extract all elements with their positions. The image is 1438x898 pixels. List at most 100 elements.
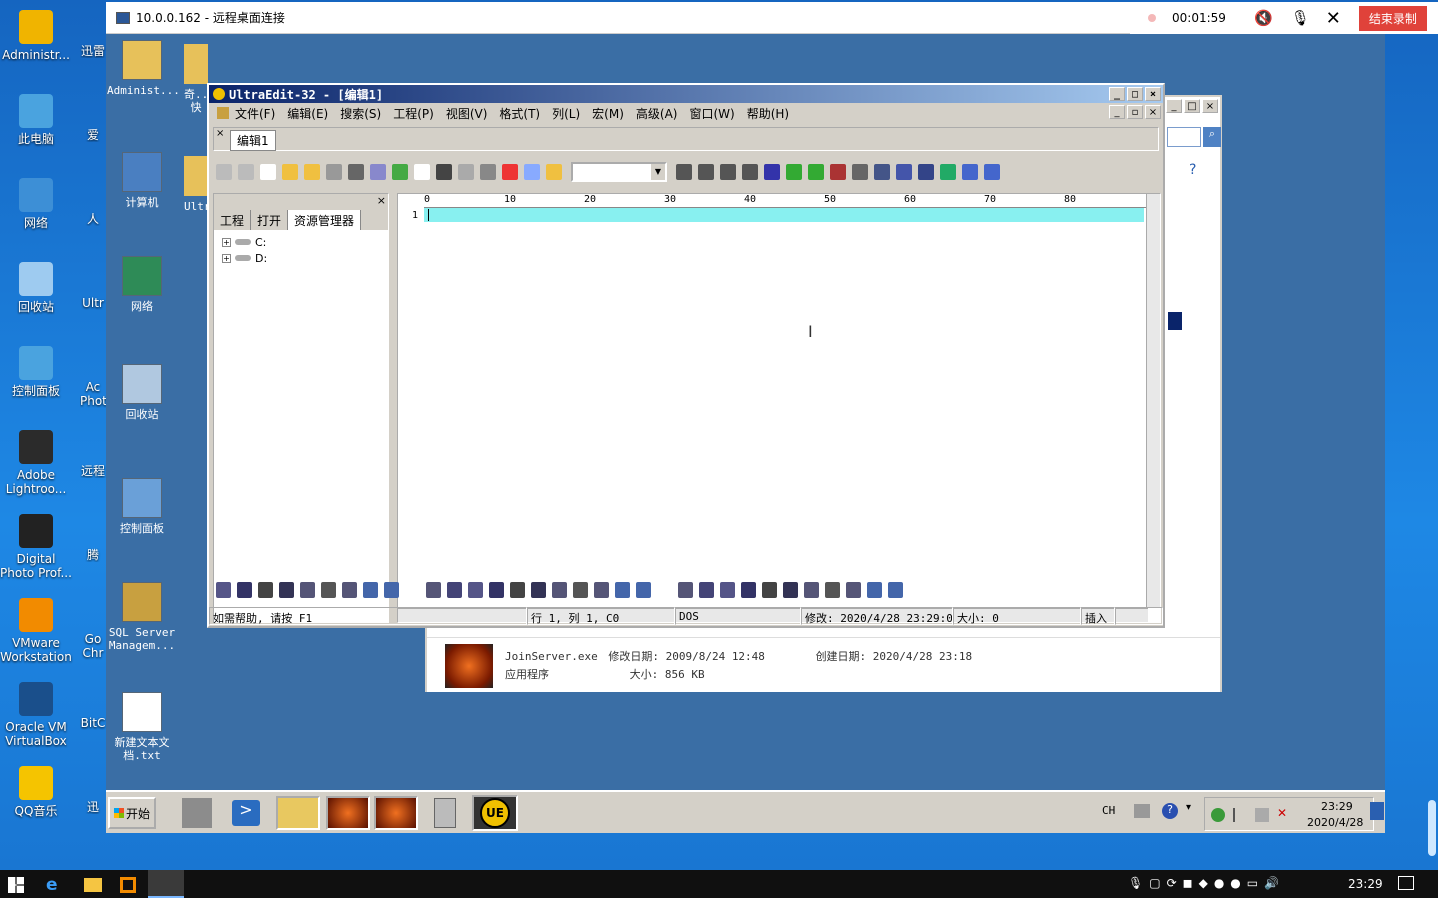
panel-tab[interactable]: 工程 [214,210,252,230]
microphone-icon[interactable]: 🎙 [1291,9,1310,27]
format-toolbar-icon[interactable] [699,581,714,598]
format-toolbar-icon[interactable] [468,581,483,598]
remote-desktop-icon-partial[interactable]: Ultr [184,156,208,213]
edge-icon[interactable]: e [46,875,58,895]
menu-item[interactable]: 窗口(W) [689,105,734,122]
format-toolbar-icon[interactable] [321,581,336,598]
maximize-button[interactable]: □ [1184,99,1200,113]
menu-item[interactable]: 搜索(S) [340,105,381,122]
tab-close-icon[interactable]: × [216,128,224,139]
toolbar-button-icon[interactable] [742,163,758,180]
doc-minimize-button[interactable]: _ [1109,105,1125,119]
drive-node[interactable]: + D: [222,250,380,266]
toolbar-button-icon[interactable] [436,163,452,180]
format-toolbar-icon[interactable] [888,581,903,598]
toolbar-button-icon[interactable] [984,163,1000,180]
toolbar-button-icon[interactable] [458,163,474,180]
format-toolbar-icon[interactable] [720,581,735,598]
format-toolbar-icon[interactable] [405,581,420,598]
remote-desktop-title-bar[interactable]: 10.0.0.162 - 远程桌面连接 [106,2,1130,34]
toolbar-button-icon[interactable] [282,163,298,180]
notification-icon[interactable] [1398,876,1414,890]
host-desktop-icon[interactable]: 网络 [0,178,72,230]
format-toolbar-icon[interactable] [510,581,525,598]
maximize-button[interactable]: □ [1127,87,1143,101]
toolbar-button-icon[interactable] [786,163,802,180]
ultraedit-window[interactable]: UltraEdit-32 - [编辑1] _ □ × 文件(F) 编辑(E) 搜索(… [207,83,1165,628]
host-desktop-icon[interactable]: 回收站 [0,262,72,314]
current-line-highlight[interactable] [424,208,1144,222]
format-toolbar-icon[interactable] [237,581,252,598]
menu-item[interactable]: 列(L) [552,105,580,122]
format-toolbar-icon[interactable] [489,581,504,598]
close-button[interactable]: × [1202,99,1218,113]
host-desktop-icon-partial[interactable]: 迅雷 [80,44,106,58]
format-toolbar-icon[interactable] [846,581,861,598]
menu-item[interactable]: 文件(F) [235,105,275,122]
toolbar-button-icon[interactable] [852,163,868,180]
mu-task-icon-2[interactable] [374,796,418,830]
remote-desktop-icon[interactable]: 新建文本文档.txt [107,692,177,762]
menu-item[interactable]: 格式(T) [499,105,540,122]
toolbar-button-icon[interactable] [940,163,956,180]
menu-doc-icon[interactable] [217,107,229,119]
format-toolbar-icon[interactable] [909,581,924,598]
remote-desktop-icon[interactable]: 计算机 [107,152,177,209]
mu-task-icon-1[interactable] [326,796,370,830]
vmware-task-icon[interactable] [120,877,136,893]
toolbar-button-icon[interactable] [546,163,562,180]
host-desktop-icon-partial[interactable]: BitC [80,716,106,730]
format-toolbar-icon[interactable] [342,581,357,598]
font-dropdown[interactable]: ▼ [571,161,667,182]
chevron-down-icon[interactable]: ▼ [651,163,665,180]
toolbar-button-icon[interactable] [304,163,320,180]
toolbar-button-icon[interactable] [480,163,496,180]
toolbar-button-icon[interactable] [896,163,912,180]
toolbar-button-icon[interactable] [962,163,978,180]
toolbar-button-icon[interactable] [874,163,890,180]
format-toolbar-icon[interactable] [531,581,546,598]
toolbar-button-icon[interactable] [524,163,540,180]
speaker-muted-icon[interactable]: ✕ [1277,806,1287,820]
format-toolbar-icon[interactable] [762,581,777,598]
host-desktop-icon[interactable]: Administr... [0,10,72,62]
menu-item[interactable]: 视图(V) [446,105,488,122]
toolbar-button-icon[interactable] [830,163,846,180]
menu-item[interactable]: 高级(A) [636,105,678,122]
start-button[interactable]: 开始 [108,797,156,829]
menu-item[interactable]: 帮助(H) [747,105,789,122]
host-desktop-icon[interactable]: VMware Workstation [0,598,72,664]
format-toolbar-icon[interactable] [258,581,273,598]
toolbar-button-icon[interactable] [676,163,692,180]
flag-icon[interactable] [1233,808,1247,822]
toolbar-button-icon[interactable] [216,163,232,180]
format-toolbar-icon[interactable] [783,581,798,598]
host-desktop-icon[interactable]: 控制面板 [0,346,72,398]
remote-desktop-icon[interactable]: 回收站 [107,364,177,421]
tray-expand-icon[interactable]: ▾ [1186,802,1191,813]
drive-node[interactable]: + C: [222,234,380,250]
language-indicator[interactable]: CH [1102,804,1115,817]
toolbar-button-icon[interactable] [918,163,934,180]
format-toolbar-icon[interactable] [447,581,462,598]
toolbar-button-icon[interactable] [698,163,714,180]
format-toolbar-icon[interactable] [678,581,693,598]
toolbar-button-icon[interactable] [502,163,518,180]
expand-icon[interactable]: + [222,253,231,263]
format-toolbar-icon[interactable] [804,581,819,598]
format-toolbar-icon[interactable] [594,581,609,598]
help-icon[interactable]: ? [1162,803,1178,819]
remote-desktop-icon[interactable]: Administ... [107,40,180,97]
host-desktop-icon-partial[interactable]: Go Chr [80,632,106,660]
network-icon[interactable] [1255,808,1269,822]
toolbar-button-icon[interactable] [808,163,824,180]
menu-item[interactable]: 编辑(E) [287,105,328,122]
remote-desktop-icon-partial[interactable]: 奇...快 [184,44,208,114]
toolbar-button-icon[interactable] [260,163,276,180]
format-toolbar-icon[interactable] [636,581,651,598]
remote-desktop-task-icon[interactable] [148,870,184,898]
format-toolbar-icon[interactable] [384,581,399,598]
remote-desktop-icon[interactable]: SQL Server Managem... [107,582,177,652]
server-task-icon[interactable] [434,798,456,828]
explorer-search-box[interactable] [1167,127,1201,147]
